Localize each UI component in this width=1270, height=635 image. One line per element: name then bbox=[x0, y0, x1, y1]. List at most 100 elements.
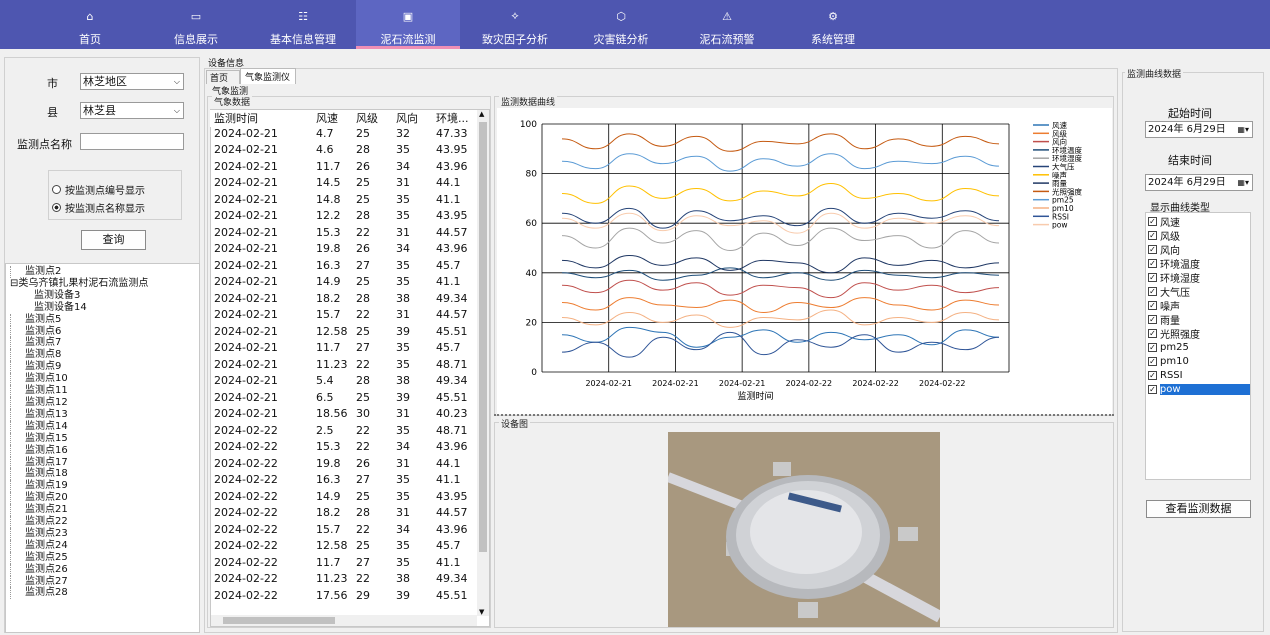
city-select[interactable]: 林芝地区 ⌵ bbox=[80, 73, 184, 90]
calendar-icon[interactable]: ▦▾ bbox=[1237, 122, 1249, 137]
table-row[interactable]: 2024-02-22 2.5 22 35 48.71 bbox=[210, 424, 476, 441]
view-data-button[interactable]: 查看监测数据 bbox=[1146, 500, 1251, 518]
table-row[interactable]: 2024-02-22 15.7 22 34 43.96 bbox=[210, 523, 476, 540]
hscroll-thumb[interactable] bbox=[223, 617, 335, 624]
tree-node[interactable]: 监测点9 bbox=[10, 361, 200, 374]
tree-node[interactable]: 监测点16 bbox=[10, 444, 200, 457]
vertical-scrollbar[interactable]: ▲ ▼ bbox=[477, 110, 489, 616]
table-row[interactable]: 2024-02-22 12.58 25 35 45.7 bbox=[210, 539, 476, 556]
checkbox-checked-icon[interactable]: ✓ bbox=[1148, 230, 1157, 240]
nav-item-2[interactable]: ☷ 基本信息管理 bbox=[251, 0, 355, 49]
curve-type-checkbox[interactable]: ✓ 风向 bbox=[1146, 242, 1250, 257]
radio-by-name[interactable]: 按监测点名称显示 bbox=[52, 200, 145, 215]
checkbox-checked-icon[interactable]: ✓ bbox=[1148, 328, 1157, 338]
tree-node[interactable]: 监测点24 bbox=[10, 539, 200, 552]
table-row[interactable]: 2024-02-22 19.8 26 31 44.1 bbox=[210, 457, 476, 474]
radio-by-id[interactable]: 按监测点编号显示 bbox=[52, 182, 145, 197]
column-header[interactable]: 环境... bbox=[436, 110, 476, 127]
curve-type-checkbox[interactable]: ✓ 环境温度 bbox=[1146, 256, 1250, 271]
scroll-up-icon[interactable]: ▲ bbox=[479, 110, 484, 118]
calendar-icon[interactable]: ▦▾ bbox=[1237, 175, 1249, 190]
nav-item-3[interactable]: ▣ 泥石流监测 bbox=[356, 0, 460, 49]
table-row[interactable]: 2024-02-21 14.9 25 35 41.1 bbox=[210, 275, 476, 292]
tree-node[interactable]: 监测点20 bbox=[10, 492, 200, 505]
table-row[interactable]: 2024-02-21 15.3 22 31 44.57 bbox=[210, 226, 476, 243]
checkbox-checked-icon[interactable]: ✓ bbox=[1148, 314, 1157, 324]
checkbox-checked-icon[interactable]: ✓ bbox=[1148, 272, 1157, 282]
query-button[interactable]: 查询 bbox=[81, 230, 146, 250]
tree-node[interactable]: 监测点19 bbox=[10, 480, 200, 493]
table-row[interactable]: 2024-02-21 14.8 25 35 41.1 bbox=[210, 193, 476, 210]
table-row[interactable]: 2024-02-21 18.56 30 31 40.23 bbox=[210, 407, 476, 424]
checkbox-checked-icon[interactable]: ✓ bbox=[1148, 356, 1157, 366]
curve-type-checkbox[interactable]: ✓ 大气压 bbox=[1146, 284, 1250, 299]
column-header[interactable]: 风速 bbox=[316, 110, 356, 127]
tree-node[interactable]: 监测点2 bbox=[10, 266, 200, 278]
nav-item-5[interactable]: ⬡ 灾害链分析 bbox=[569, 0, 673, 49]
table-row[interactable]: 2024-02-22 11.7 27 35 41.1 bbox=[210, 556, 476, 573]
table-row[interactable]: 2024-02-21 6.5 25 39 45.51 bbox=[210, 391, 476, 408]
tree-node[interactable]: 监测点26 bbox=[10, 563, 200, 576]
curve-type-checkbox[interactable]: ✓ pow bbox=[1146, 382, 1250, 396]
curve-type-checkbox[interactable]: ✓ 雨量 bbox=[1146, 312, 1250, 327]
nav-item-4[interactable]: ⟡ 致灾因子分析 bbox=[463, 0, 567, 49]
table-row[interactable]: 2024-02-21 11.7 26 34 43.96 bbox=[210, 160, 476, 177]
table-row[interactable]: 2024-02-22 11.23 22 38 49.34 bbox=[210, 572, 476, 589]
table-row[interactable]: 2024-02-22 16.3 27 35 41.1 bbox=[210, 473, 476, 490]
nav-item-6[interactable]: ⚠ 泥石流预警 bbox=[675, 0, 779, 49]
table-row[interactable]: 2024-02-21 14.5 25 31 44.1 bbox=[210, 176, 476, 193]
curve-type-checkbox[interactable]: ✓ 环境湿度 bbox=[1146, 270, 1250, 285]
tab-weather-monitor[interactable]: 气象监测仪 bbox=[240, 68, 296, 84]
curve-type-checkbox[interactable]: ✓ pm10 bbox=[1146, 354, 1250, 368]
nav-item-0[interactable]: ⌂ 首页 bbox=[38, 0, 142, 49]
tree-node[interactable]: 监测点23 bbox=[10, 527, 200, 540]
table-row[interactable]: 2024-02-21 11.7 27 35 45.7 bbox=[210, 341, 476, 358]
checkbox-checked-icon[interactable]: ✓ bbox=[1148, 342, 1157, 352]
county-select[interactable]: 林芝县 ⌵ bbox=[80, 102, 184, 119]
horizontal-scrollbar[interactable] bbox=[211, 615, 477, 626]
table-row[interactable]: 2024-02-22 15.3 22 34 43.96 bbox=[210, 440, 476, 457]
tree-node[interactable]: 监测点13 bbox=[10, 408, 200, 421]
tree-node[interactable]: 监测点27 bbox=[10, 575, 200, 588]
tree-node[interactable]: 监测点28 bbox=[10, 587, 200, 600]
curve-type-checkbox[interactable]: ✓ RSSI bbox=[1146, 368, 1250, 382]
nav-item-1[interactable]: ▭ 信息展示 bbox=[144, 0, 248, 49]
checkbox-checked-icon[interactable]: ✓ bbox=[1148, 300, 1157, 310]
checkbox-checked-icon[interactable]: ✓ bbox=[1148, 370, 1157, 380]
point-name-input[interactable] bbox=[80, 133, 184, 150]
table-row[interactable]: 2024-02-21 5.4 28 38 49.34 bbox=[210, 374, 476, 391]
curve-type-checkbox[interactable]: ✓ pm25 bbox=[1146, 340, 1250, 354]
table-row[interactable]: 2024-02-22 18.2 28 31 44.57 bbox=[210, 506, 476, 523]
curve-type-checkbox[interactable]: ✓ 光照强度 bbox=[1146, 326, 1250, 341]
tree-node[interactable]: 监测点22 bbox=[10, 516, 200, 528]
scroll-thumb[interactable] bbox=[479, 122, 487, 552]
tree-node[interactable]: 监测点17 bbox=[10, 456, 200, 469]
tree-node[interactable]: 监测设备3 bbox=[6, 290, 200, 302]
table-row[interactable]: 2024-02-21 4.6 28 35 43.95 bbox=[210, 143, 476, 160]
curve-type-checkbox[interactable]: ✓ 风级 bbox=[1146, 228, 1250, 243]
end-date-picker[interactable]: 2024年 6月29日 ▦▾ bbox=[1145, 174, 1253, 191]
tree-node[interactable]: 监测点10 bbox=[10, 373, 200, 386]
column-header[interactable]: 监测时间 bbox=[210, 110, 316, 127]
tree-node[interactable]: 监测设备14 bbox=[6, 302, 200, 314]
checkbox-checked-icon[interactable]: ✓ bbox=[1148, 384, 1157, 394]
checkbox-checked-icon[interactable]: ✓ bbox=[1148, 244, 1157, 254]
table-row[interactable]: 2024-02-21 4.7 25 32 47.33 bbox=[210, 127, 476, 144]
curve-type-checkbox[interactable]: ✓ 风速 bbox=[1146, 214, 1250, 229]
start-date-picker[interactable]: 2024年 6月29日 ▦▾ bbox=[1145, 121, 1253, 138]
table-row[interactable]: 2024-02-22 14.9 25 35 43.95 bbox=[210, 490, 476, 507]
table-row[interactable]: 2024-02-21 18.2 28 38 49.34 bbox=[210, 292, 476, 309]
table-row[interactable]: 2024-02-21 12.58 25 39 45.51 bbox=[210, 325, 476, 342]
tree-node[interactable]: ⊟类乌齐镇扎果村泥石流监测点 bbox=[6, 278, 200, 290]
tab-home[interactable]: 首页 bbox=[206, 70, 240, 84]
tree-node[interactable]: 监测点14 bbox=[10, 420, 200, 433]
nav-item-7[interactable]: ⚙ 系统管理 bbox=[781, 0, 885, 49]
table-row[interactable]: 2024-02-21 19.8 26 34 43.96 bbox=[210, 242, 476, 259]
tree-node[interactable]: 监测点18 bbox=[10, 468, 200, 481]
table-row[interactable]: 2024-02-22 17.56 29 39 45.51 bbox=[210, 589, 476, 606]
tree-node[interactable]: 监测点5 bbox=[10, 313, 200, 326]
table-row[interactable]: 2024-02-21 16.3 27 35 45.7 bbox=[210, 259, 476, 276]
tree-node[interactable]: 监测点6 bbox=[10, 325, 200, 338]
table-row[interactable]: 2024-02-21 11.23 22 35 48.71 bbox=[210, 358, 476, 375]
checkbox-checked-icon[interactable]: ✓ bbox=[1148, 258, 1157, 268]
